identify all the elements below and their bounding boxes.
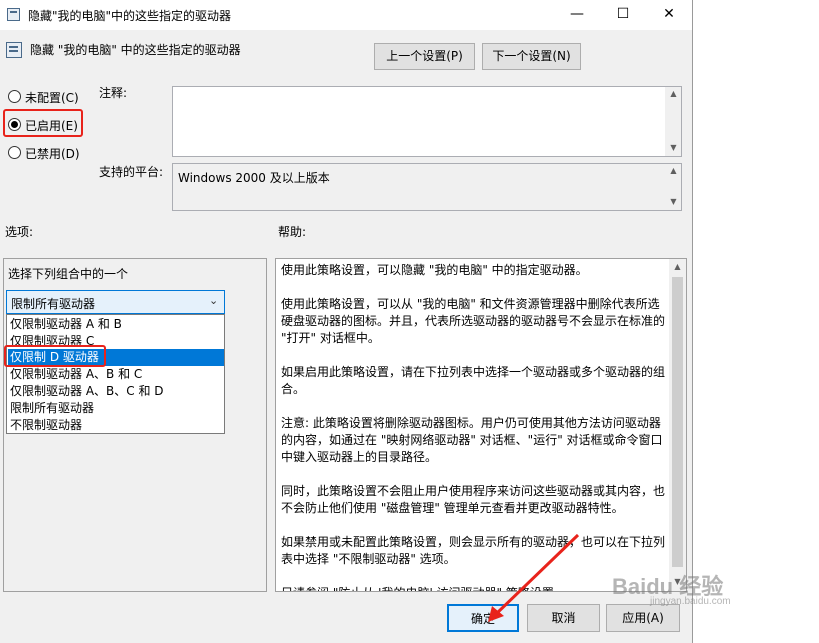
watermark-url: jingyan.baidu.com [650,596,731,607]
annotation-arrow [488,533,580,622]
annotation-arrow-line [493,533,580,617]
